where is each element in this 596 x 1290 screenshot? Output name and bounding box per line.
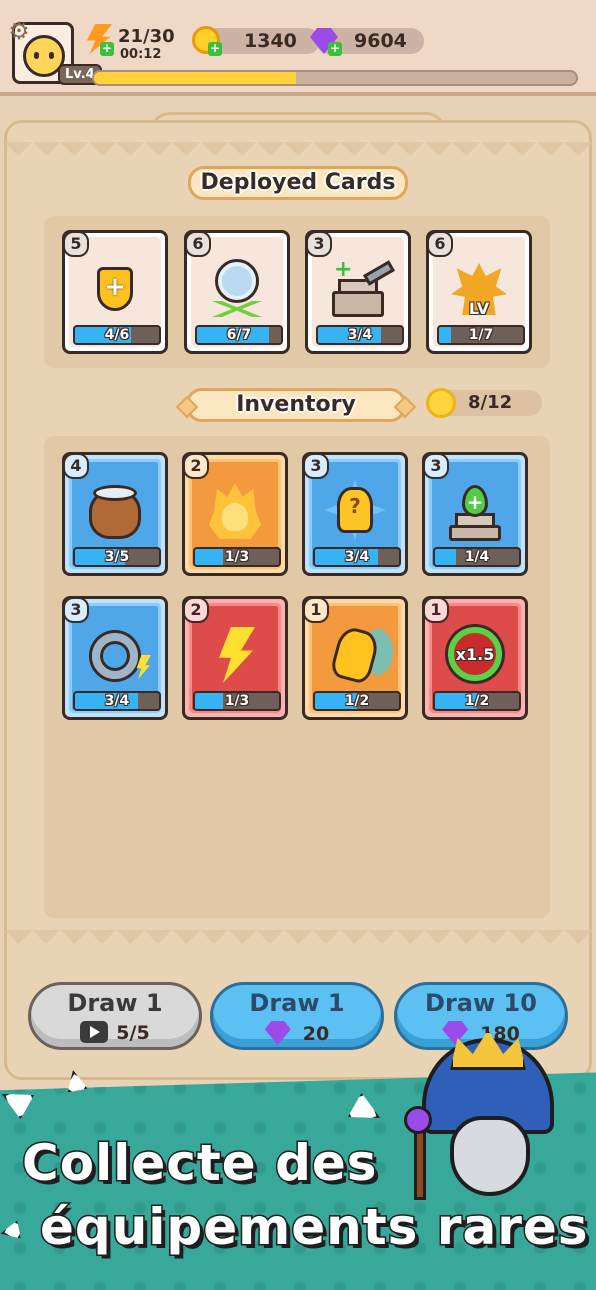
draw-1-cost: 20: [302, 1023, 330, 1045]
gem-value: 9604: [354, 30, 407, 52]
draw-10-label: Draw 10: [425, 989, 537, 1017]
inventory-card-6[interactable]: 2 1/3: [182, 596, 288, 720]
card-progress-text: 6/7: [226, 327, 252, 343]
energy-timer: 00:12: [120, 47, 162, 62]
inventory-card-1[interactable]: 4 3/5: [62, 452, 168, 576]
draw-1-gem-button[interactable]: Draw 1 20: [210, 982, 384, 1050]
card-progress-text: 4/6: [104, 327, 130, 343]
castle-heal-icon: [449, 525, 501, 541]
card-progress-text: 3/4: [344, 549, 370, 565]
deployed-card-1[interactable]: 5 4/6: [62, 230, 168, 354]
deployed-cards-title: Deployed Cards: [188, 166, 408, 200]
plus-icon: +: [334, 257, 353, 282]
xp-progress-bar: [92, 70, 578, 86]
heal-drop-icon: [462, 485, 488, 517]
card-progress: 3/5: [73, 547, 161, 567]
card-progress: 1/3: [193, 691, 281, 711]
inventory-card-2[interactable]: 2 1/3: [182, 452, 288, 576]
free-draws-remaining: 5/5: [116, 1022, 150, 1044]
card-progress-text: 3/4: [104, 693, 130, 709]
add-coins-icon[interactable]: +: [208, 42, 222, 56]
wizard-mascot-icon: [400, 1030, 580, 1210]
card-progress-text: 1/3: [224, 549, 250, 565]
card-progress: 1/3: [193, 547, 281, 567]
card-progress-text: 3/4: [347, 327, 373, 343]
card-cost: 1: [303, 597, 329, 623]
mystery-summon-icon: [337, 487, 373, 533]
panel-zigzag-top: [4, 142, 592, 164]
card-progress: 1/2: [313, 691, 401, 711]
card-cost: 6: [427, 231, 453, 257]
inventory-card-5[interactable]: 3 3/4: [62, 596, 168, 720]
card-cost: 3: [303, 453, 329, 479]
energy-value: 21/30: [118, 26, 175, 47]
deployed-card-2[interactable]: 6 6/7: [184, 230, 290, 354]
inventory-count: 8/12: [426, 388, 542, 418]
inventory-card-3[interactable]: 3 3/4: [302, 452, 408, 576]
card-progress: 3/4: [316, 325, 404, 345]
card-cost: 4: [63, 453, 89, 479]
staff-icon: [414, 1130, 426, 1200]
card-cost: 3: [423, 453, 449, 479]
card-cost: 3: [63, 597, 89, 623]
settings-gear-icon[interactable]: ⚙: [6, 18, 32, 44]
card-cost: 6: [185, 231, 211, 257]
gear-wings-icon: [215, 259, 259, 303]
card-progress-text: 1/4: [464, 549, 490, 565]
card-cost: 2: [183, 453, 209, 479]
deployed-card-3[interactable]: 3 + 3/4: [305, 230, 411, 354]
inventory-card-7[interactable]: 1 1/2: [302, 596, 408, 720]
chain-lightning-icon: [92, 633, 138, 679]
card-cost: 3: [306, 231, 332, 257]
card-progress-text: 3/5: [104, 549, 130, 565]
shield-plus-icon: [97, 267, 133, 311]
inventory-gear-icon: [426, 388, 456, 418]
wizard-face-icon: [450, 1116, 530, 1196]
coin-value: 1340: [244, 30, 297, 52]
deployed-card-4[interactable]: 6 LV 1/7: [426, 230, 532, 354]
card-progress-text: 1/3: [224, 693, 250, 709]
energy-counter: 21/30 00:12: [86, 26, 186, 62]
xp-progress-fill: [94, 72, 297, 84]
card-progress: 1/2: [433, 691, 521, 711]
card-progress: 6/7: [195, 325, 283, 345]
crown-icon: [450, 1030, 526, 1070]
card-progress: 1/7: [437, 325, 525, 345]
inventory-title: Inventory: [186, 388, 406, 422]
card-progress-text: 1/2: [344, 693, 370, 709]
card-cost: 2: [183, 597, 209, 623]
card-cost: 5: [63, 231, 89, 257]
card-progress-text: 1/2: [464, 693, 490, 709]
gem-icon: [264, 1021, 291, 1045]
castle-repair-icon: [332, 291, 384, 317]
draw-1-free-label: Draw 1: [67, 989, 163, 1017]
level-up-label: LV: [468, 299, 490, 318]
staff-orb-icon: [404, 1106, 432, 1134]
inventory-card-8[interactable]: 1 x1.5 1/2: [422, 596, 528, 720]
card-progress: 1/4: [433, 547, 521, 567]
top-hud: ⚙ Lv.4 + 21/30 00:12 1340 + 9604 +: [0, 0, 596, 96]
card-progress: 3/4: [313, 547, 401, 567]
draw-1-gem-label: Draw 1: [249, 989, 345, 1017]
card-cost: 1: [423, 597, 449, 623]
silver-coins-icon: [93, 485, 137, 501]
speed-multiplier-label: x1.5: [455, 645, 495, 664]
card-progress: 3/4: [73, 691, 161, 711]
add-gems-icon[interactable]: +: [328, 42, 342, 56]
play-ad-icon: [80, 1021, 109, 1043]
card-progress-text: 1/7: [468, 327, 494, 343]
panel-zigzag-bottom: [4, 930, 592, 952]
card-progress: 4/6: [73, 325, 161, 345]
draw-1-free-button[interactable]: Draw 1 5/5: [28, 982, 202, 1050]
fire-core-icon: [222, 503, 248, 531]
inventory-card-4[interactable]: 3 1/4: [422, 452, 528, 576]
inventory-count-value: 8/12: [468, 392, 513, 413]
